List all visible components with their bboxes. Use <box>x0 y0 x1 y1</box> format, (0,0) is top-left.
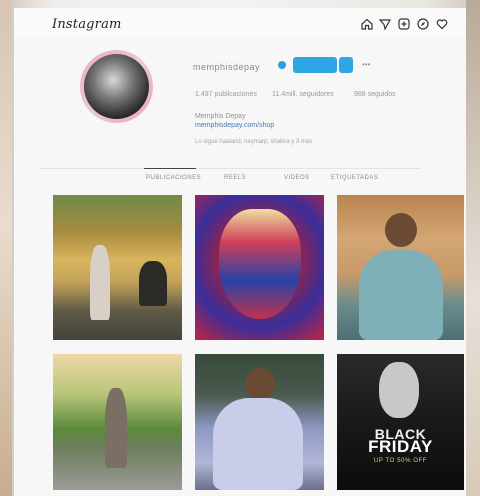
monitor-bezel-left <box>0 0 12 496</box>
person-head <box>385 213 417 247</box>
tab-posts[interactable]: PUBLICACIONES <box>146 175 201 181</box>
more-options-icon[interactable]: ••• <box>362 60 370 69</box>
profile-username: memphisdepay <box>193 62 261 72</box>
followers-count[interactable]: 11.4mill. seguidores <box>272 91 334 98</box>
following-count[interactable]: 988 seguidos <box>354 91 396 98</box>
profile-avatar[interactable] <box>84 54 149 119</box>
promo-text-friday: FRIDAY <box>368 437 433 456</box>
tab-tagged[interactable]: ETIQUETADAS <box>331 175 378 181</box>
follow-button[interactable] <box>293 57 337 73</box>
post-thumbnail[interactable] <box>53 195 182 340</box>
followed-by-text[interactable]: Lo sigue haaland, neymarjr, shakira y 3 … <box>195 139 312 145</box>
player-head <box>245 368 275 400</box>
home-icon[interactable] <box>361 17 373 30</box>
animal-figure <box>139 261 167 306</box>
posts-count: 1.497 publicaciones <box>195 91 257 98</box>
tab-reels[interactable]: REELS <box>224 175 246 181</box>
person-shirt <box>359 250 443 340</box>
explore-icon[interactable] <box>417 17 429 30</box>
top-navigation-bar: Instagram <box>14 8 466 39</box>
club-crest <box>219 209 301 319</box>
post-thumbnail[interactable] <box>53 354 182 490</box>
person-figure <box>90 245 110 320</box>
post-thumbnail[interactable] <box>337 195 464 340</box>
suggestions-dropdown-button[interactable] <box>339 57 353 73</box>
heart-icon[interactable] <box>436 17 448 30</box>
bio-link[interactable]: memphisdepay.com/shop <box>195 122 274 129</box>
monitor-bezel-right <box>466 0 480 496</box>
add-post-icon[interactable] <box>398 17 410 30</box>
tabs-divider <box>40 168 420 169</box>
post-thumbnail[interactable] <box>195 195 324 340</box>
instagram-logo[interactable]: Instagram <box>52 17 122 32</box>
runner-figure <box>105 388 127 468</box>
post-thumbnail[interactable]: BLACK FRIDAY UP TO 50% OFF <box>337 354 464 490</box>
profile-full-name: Memphis Depay <box>195 113 246 120</box>
direct-icon[interactable] <box>378 17 392 31</box>
active-tab-indicator <box>144 168 196 169</box>
post-thumbnail[interactable] <box>195 354 324 490</box>
story-ring[interactable] <box>80 50 153 123</box>
player-kit <box>213 398 303 490</box>
portrait-figure <box>379 362 419 418</box>
verified-badge-icon <box>278 61 286 69</box>
tab-videos[interactable]: VIDEOS <box>284 175 310 181</box>
promo-text-sub: UP TO 50% OFF <box>373 458 428 464</box>
